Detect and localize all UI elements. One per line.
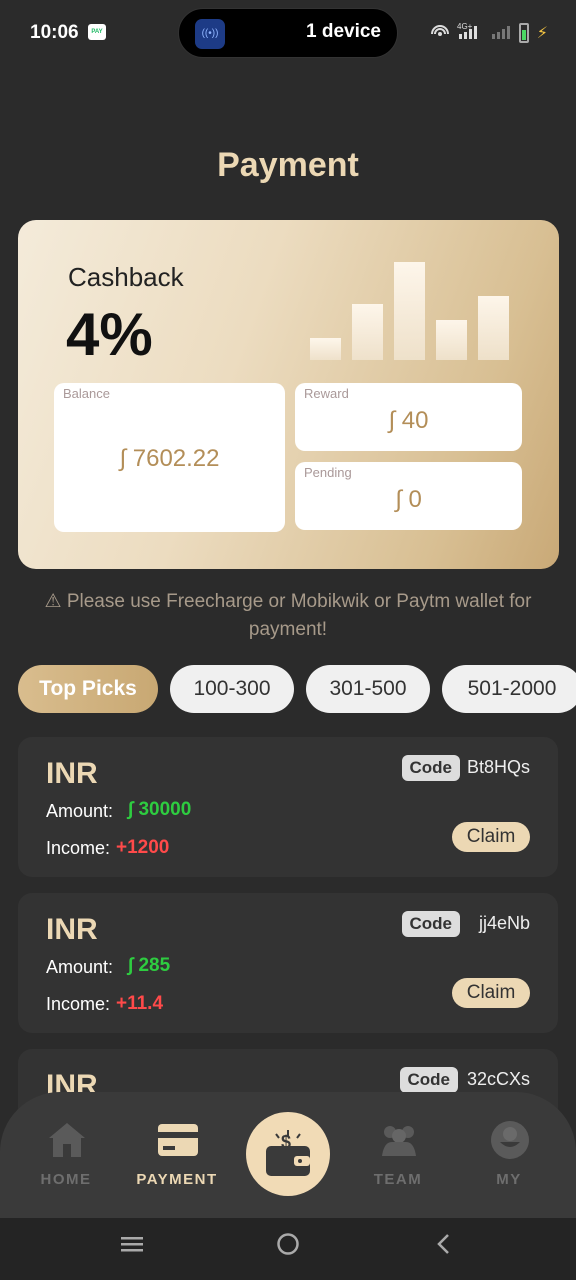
- pending-box: Pending ∫ 0: [295, 462, 522, 530]
- nav-my-label: MY: [496, 1171, 522, 1188]
- system-icons: 4G+ ⚡: [430, 22, 548, 43]
- charging-icon: ⚡: [536, 24, 548, 42]
- code-tag: Code: [399, 1067, 458, 1093]
- hotspot-icon: [430, 23, 449, 42]
- bar-decoration: [310, 338, 341, 360]
- bar-decoration: [352, 304, 383, 360]
- app-notification-icon: PAY: [88, 24, 106, 40]
- cashback-label: Cashback: [68, 262, 184, 292]
- nfc-icon: ((•)): [195, 19, 225, 49]
- nav-payment-label: PAYMENT: [136, 1171, 218, 1188]
- svg-text:$: $: [281, 1132, 291, 1152]
- pending-value: ∫ 0: [395, 486, 422, 513]
- offer-amount: ∫ 30000: [128, 799, 192, 820]
- page-title: Payment: [217, 146, 359, 184]
- cashback-card: Cashback 4% Balance ∫ 7602.22 Reward ∫ 4…: [18, 220, 559, 569]
- island-text: 1 device: [306, 21, 381, 42]
- offer-code: Bt8HQs: [466, 757, 530, 777]
- profile-icon: [491, 1121, 529, 1159]
- offer-code: 32cCXs: [466, 1069, 530, 1089]
- income-label: Income:: [46, 994, 111, 1014]
- reward-box: Reward ∫ 40: [295, 383, 522, 451]
- bar-chart-decoration: [310, 260, 510, 360]
- nav-team-label: TEAM: [373, 1171, 423, 1188]
- nav-my[interactable]: MY: [459, 1092, 559, 1218]
- home-system-icon[interactable]: [276, 1232, 300, 1263]
- nav-home[interactable]: HOME: [16, 1092, 116, 1218]
- dynamic-island[interactable]: ((•)) 1 device: [178, 8, 398, 58]
- offer-card: INR Code Bt8HQs Amount: ∫ 30000 Income: …: [18, 737, 558, 877]
- status-bar: 10:06 PAY ((•)) 1 device 4G+ ⚡: [0, 0, 576, 66]
- pending-label: Pending: [304, 465, 352, 480]
- offer-income: +1200: [116, 837, 170, 858]
- wallet-icon: $: [266, 1130, 310, 1176]
- bottom-nav: HOME PAYMENT $ TEAM MY: [0, 1092, 576, 1218]
- chip-501-2000[interactable]: 501-2000: [442, 665, 576, 713]
- offer-code: jj4eNb: [478, 913, 530, 933]
- back-icon[interactable]: [432, 1232, 456, 1263]
- claim-button[interactable]: Claim: [452, 822, 530, 852]
- filter-chips: Top Picks 100-300 301-500 501-2000: [18, 665, 576, 713]
- nav-home-label: HOME: [40, 1171, 92, 1188]
- bar-decoration: [478, 296, 509, 360]
- offer-income: +11.4: [116, 993, 164, 1014]
- system-nav-bar: [0, 1218, 576, 1280]
- balance-label: Balance: [63, 386, 110, 401]
- cashback-value: 4%: [66, 301, 153, 368]
- nav-payment[interactable]: PAYMENT: [127, 1092, 227, 1218]
- signal-icon: 4G+: [457, 22, 483, 43]
- offer-card: INR Code jj4eNb Amount: ∫ 285 Income: +1…: [18, 893, 558, 1033]
- code-tag: Code: [401, 755, 460, 781]
- offer-amount: ∫ 285: [128, 955, 171, 976]
- wallet-notice: ⚠ Please use Freecharge or Mobikwik or P…: [44, 591, 532, 640]
- bar-decoration: [394, 262, 425, 360]
- income-label: Income:: [46, 838, 111, 858]
- code-tag: Code: [401, 911, 460, 937]
- card-icon: [158, 1124, 198, 1156]
- offer-currency: INR: [46, 757, 98, 790]
- reward-value: ∫ 40: [388, 407, 429, 434]
- bar-decoration: [436, 320, 467, 360]
- team-icon: [382, 1126, 416, 1156]
- status-time: 10:06: [30, 22, 79, 43]
- offer-currency: INR: [46, 913, 98, 946]
- recents-icon[interactable]: [120, 1232, 144, 1263]
- balance-value: ∫ 7602.22: [119, 445, 220, 472]
- amount-label: Amount:: [46, 957, 114, 977]
- chip-top-picks[interactable]: Top Picks: [18, 665, 158, 713]
- home-icon: [49, 1123, 85, 1157]
- balance-box: Balance ∫ 7602.22: [54, 383, 285, 532]
- claim-button[interactable]: Claim: [452, 978, 530, 1008]
- chip-301-500[interactable]: 301-500: [306, 665, 430, 713]
- chip-100-300[interactable]: 100-300: [170, 665, 294, 713]
- reward-label: Reward: [304, 386, 349, 401]
- signal-2-icon: [491, 23, 511, 42]
- battery-icon: [518, 22, 529, 43]
- wallet-center-button[interactable]: $: [246, 1112, 330, 1196]
- amount-label: Amount:: [46, 801, 114, 821]
- nav-team[interactable]: TEAM: [348, 1092, 448, 1218]
